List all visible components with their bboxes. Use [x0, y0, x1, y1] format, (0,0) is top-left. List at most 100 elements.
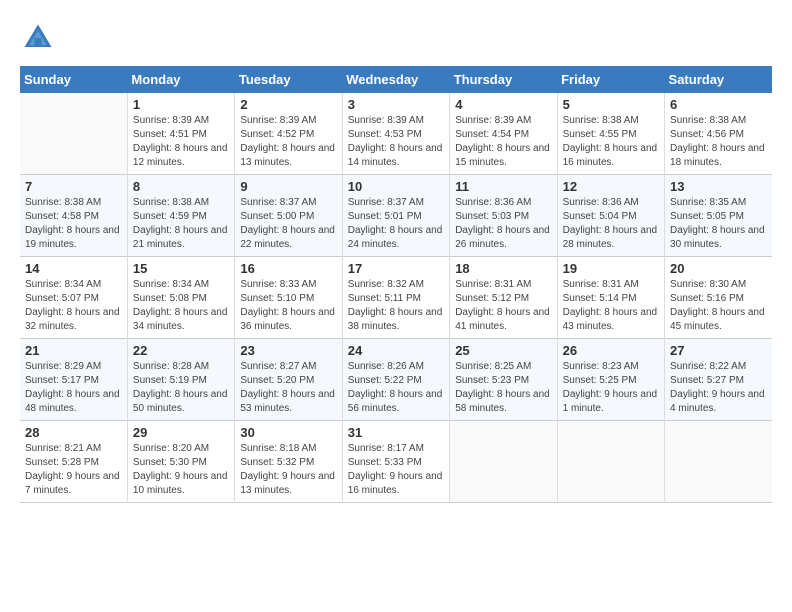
logo-icon [20, 20, 56, 56]
day-info: Sunrise: 8:22 AMSunset: 5:27 PMDaylight:… [670, 360, 767, 416]
day-number: 31 [348, 425, 444, 440]
day-header-tuesday: Tuesday [235, 66, 342, 93]
day-info: Sunrise: 8:21 AMSunset: 5:28 PMDaylight:… [25, 442, 122, 498]
day-info: Sunrise: 8:20 AMSunset: 5:30 PMDaylight:… [133, 442, 229, 498]
day-info: Sunrise: 8:36 AMSunset: 5:04 PMDaylight:… [563, 196, 659, 252]
day-header-saturday: Saturday [665, 66, 772, 93]
day-info: Sunrise: 8:37 AMSunset: 5:01 PMDaylight:… [348, 196, 444, 252]
day-number: 8 [133, 179, 229, 194]
day-info: Sunrise: 8:39 AMSunset: 4:51 PMDaylight:… [133, 114, 229, 170]
day-info: Sunrise: 8:23 AMSunset: 5:25 PMDaylight:… [563, 360, 659, 416]
calendar-cell [665, 421, 772, 503]
calendar-cell: 5 Sunrise: 8:38 AMSunset: 4:55 PMDayligh… [557, 93, 664, 175]
calendar-cell: 12 Sunrise: 8:36 AMSunset: 5:04 PMDaylig… [557, 175, 664, 257]
day-info: Sunrise: 8:27 AMSunset: 5:20 PMDaylight:… [240, 360, 336, 416]
calendar-cell: 26 Sunrise: 8:23 AMSunset: 5:25 PMDaylig… [557, 339, 664, 421]
calendar-cell: 30 Sunrise: 8:18 AMSunset: 5:32 PMDaylig… [235, 421, 342, 503]
day-info: Sunrise: 8:33 AMSunset: 5:10 PMDaylight:… [240, 278, 336, 334]
calendar-table: SundayMondayTuesdayWednesdayThursdayFrid… [20, 66, 772, 503]
day-number: 30 [240, 425, 336, 440]
calendar-cell: 31 Sunrise: 8:17 AMSunset: 5:33 PMDaylig… [342, 421, 449, 503]
calendar-cell: 13 Sunrise: 8:35 AMSunset: 5:05 PMDaylig… [665, 175, 772, 257]
calendar-cell: 7 Sunrise: 8:38 AMSunset: 4:58 PMDayligh… [20, 175, 127, 257]
day-number: 7 [25, 179, 122, 194]
day-number: 28 [25, 425, 122, 440]
calendar-cell: 3 Sunrise: 8:39 AMSunset: 4:53 PMDayligh… [342, 93, 449, 175]
day-number: 17 [348, 261, 444, 276]
calendar-cell: 11 Sunrise: 8:36 AMSunset: 5:03 PMDaylig… [450, 175, 557, 257]
calendar-cell: 2 Sunrise: 8:39 AMSunset: 4:52 PMDayligh… [235, 93, 342, 175]
day-number: 29 [133, 425, 229, 440]
day-number: 20 [670, 261, 767, 276]
day-number: 25 [455, 343, 551, 358]
day-info: Sunrise: 8:26 AMSunset: 5:22 PMDaylight:… [348, 360, 444, 416]
day-info: Sunrise: 8:29 AMSunset: 5:17 PMDaylight:… [25, 360, 122, 416]
day-number: 10 [348, 179, 444, 194]
day-info: Sunrise: 8:30 AMSunset: 5:16 PMDaylight:… [670, 278, 767, 334]
day-number: 27 [670, 343, 767, 358]
day-info: Sunrise: 8:31 AMSunset: 5:14 PMDaylight:… [563, 278, 659, 334]
day-info: Sunrise: 8:25 AMSunset: 5:23 PMDaylight:… [455, 360, 551, 416]
calendar-week-row: 14 Sunrise: 8:34 AMSunset: 5:07 PMDaylig… [20, 257, 772, 339]
calendar-week-row: 21 Sunrise: 8:29 AMSunset: 5:17 PMDaylig… [20, 339, 772, 421]
day-number: 1 [133, 97, 229, 112]
calendar-cell: 18 Sunrise: 8:31 AMSunset: 5:12 PMDaylig… [450, 257, 557, 339]
day-info: Sunrise: 8:36 AMSunset: 5:03 PMDaylight:… [455, 196, 551, 252]
day-number: 15 [133, 261, 229, 276]
calendar-cell [450, 421, 557, 503]
calendar-cell: 10 Sunrise: 8:37 AMSunset: 5:01 PMDaylig… [342, 175, 449, 257]
calendar-cell: 16 Sunrise: 8:33 AMSunset: 5:10 PMDaylig… [235, 257, 342, 339]
calendar-week-row: 7 Sunrise: 8:38 AMSunset: 4:58 PMDayligh… [20, 175, 772, 257]
calendar-cell: 27 Sunrise: 8:22 AMSunset: 5:27 PMDaylig… [665, 339, 772, 421]
day-header-monday: Monday [127, 66, 234, 93]
day-info: Sunrise: 8:39 AMSunset: 4:52 PMDaylight:… [240, 114, 336, 170]
day-number: 6 [670, 97, 767, 112]
day-number: 3 [348, 97, 444, 112]
day-number: 19 [563, 261, 659, 276]
day-info: Sunrise: 8:39 AMSunset: 4:53 PMDaylight:… [348, 114, 444, 170]
calendar-cell: 4 Sunrise: 8:39 AMSunset: 4:54 PMDayligh… [450, 93, 557, 175]
calendar-cell: 21 Sunrise: 8:29 AMSunset: 5:17 PMDaylig… [20, 339, 127, 421]
day-info: Sunrise: 8:17 AMSunset: 5:33 PMDaylight:… [348, 442, 444, 498]
calendar-cell: 17 Sunrise: 8:32 AMSunset: 5:11 PMDaylig… [342, 257, 449, 339]
day-info: Sunrise: 8:34 AMSunset: 5:07 PMDaylight:… [25, 278, 122, 334]
calendar-cell: 1 Sunrise: 8:39 AMSunset: 4:51 PMDayligh… [127, 93, 234, 175]
day-info: Sunrise: 8:38 AMSunset: 4:58 PMDaylight:… [25, 196, 122, 252]
day-info: Sunrise: 8:34 AMSunset: 5:08 PMDaylight:… [133, 278, 229, 334]
calendar-cell: 24 Sunrise: 8:26 AMSunset: 5:22 PMDaylig… [342, 339, 449, 421]
day-info: Sunrise: 8:39 AMSunset: 4:54 PMDaylight:… [455, 114, 551, 170]
day-number: 2 [240, 97, 336, 112]
calendar-cell: 6 Sunrise: 8:38 AMSunset: 4:56 PMDayligh… [665, 93, 772, 175]
day-header-thursday: Thursday [450, 66, 557, 93]
day-number: 24 [348, 343, 444, 358]
day-number: 21 [25, 343, 122, 358]
day-number: 4 [455, 97, 551, 112]
calendar-cell: 23 Sunrise: 8:27 AMSunset: 5:20 PMDaylig… [235, 339, 342, 421]
day-info: Sunrise: 8:38 AMSunset: 4:56 PMDaylight:… [670, 114, 767, 170]
day-info: Sunrise: 8:35 AMSunset: 5:05 PMDaylight:… [670, 196, 767, 252]
day-number: 22 [133, 343, 229, 358]
calendar-cell: 28 Sunrise: 8:21 AMSunset: 5:28 PMDaylig… [20, 421, 127, 503]
day-number: 9 [240, 179, 336, 194]
day-number: 12 [563, 179, 659, 194]
day-info: Sunrise: 8:38 AMSunset: 4:55 PMDaylight:… [563, 114, 659, 170]
calendar-cell: 8 Sunrise: 8:38 AMSunset: 4:59 PMDayligh… [127, 175, 234, 257]
calendar-week-row: 28 Sunrise: 8:21 AMSunset: 5:28 PMDaylig… [20, 421, 772, 503]
day-info: Sunrise: 8:37 AMSunset: 5:00 PMDaylight:… [240, 196, 336, 252]
day-header-wednesday: Wednesday [342, 66, 449, 93]
day-info: Sunrise: 8:38 AMSunset: 4:59 PMDaylight:… [133, 196, 229, 252]
calendar-cell: 25 Sunrise: 8:25 AMSunset: 5:23 PMDaylig… [450, 339, 557, 421]
calendar-cell: 29 Sunrise: 8:20 AMSunset: 5:30 PMDaylig… [127, 421, 234, 503]
day-number: 11 [455, 179, 551, 194]
calendar-week-row: 1 Sunrise: 8:39 AMSunset: 4:51 PMDayligh… [20, 93, 772, 175]
day-number: 13 [670, 179, 767, 194]
calendar-cell: 9 Sunrise: 8:37 AMSunset: 5:00 PMDayligh… [235, 175, 342, 257]
logo [20, 20, 60, 56]
day-header-sunday: Sunday [20, 66, 127, 93]
page-header [20, 20, 772, 56]
calendar-cell: 22 Sunrise: 8:28 AMSunset: 5:19 PMDaylig… [127, 339, 234, 421]
day-info: Sunrise: 8:18 AMSunset: 5:32 PMDaylight:… [240, 442, 336, 498]
day-number: 26 [563, 343, 659, 358]
day-number: 23 [240, 343, 336, 358]
calendar-header-row: SundayMondayTuesdayWednesdayThursdayFrid… [20, 66, 772, 93]
